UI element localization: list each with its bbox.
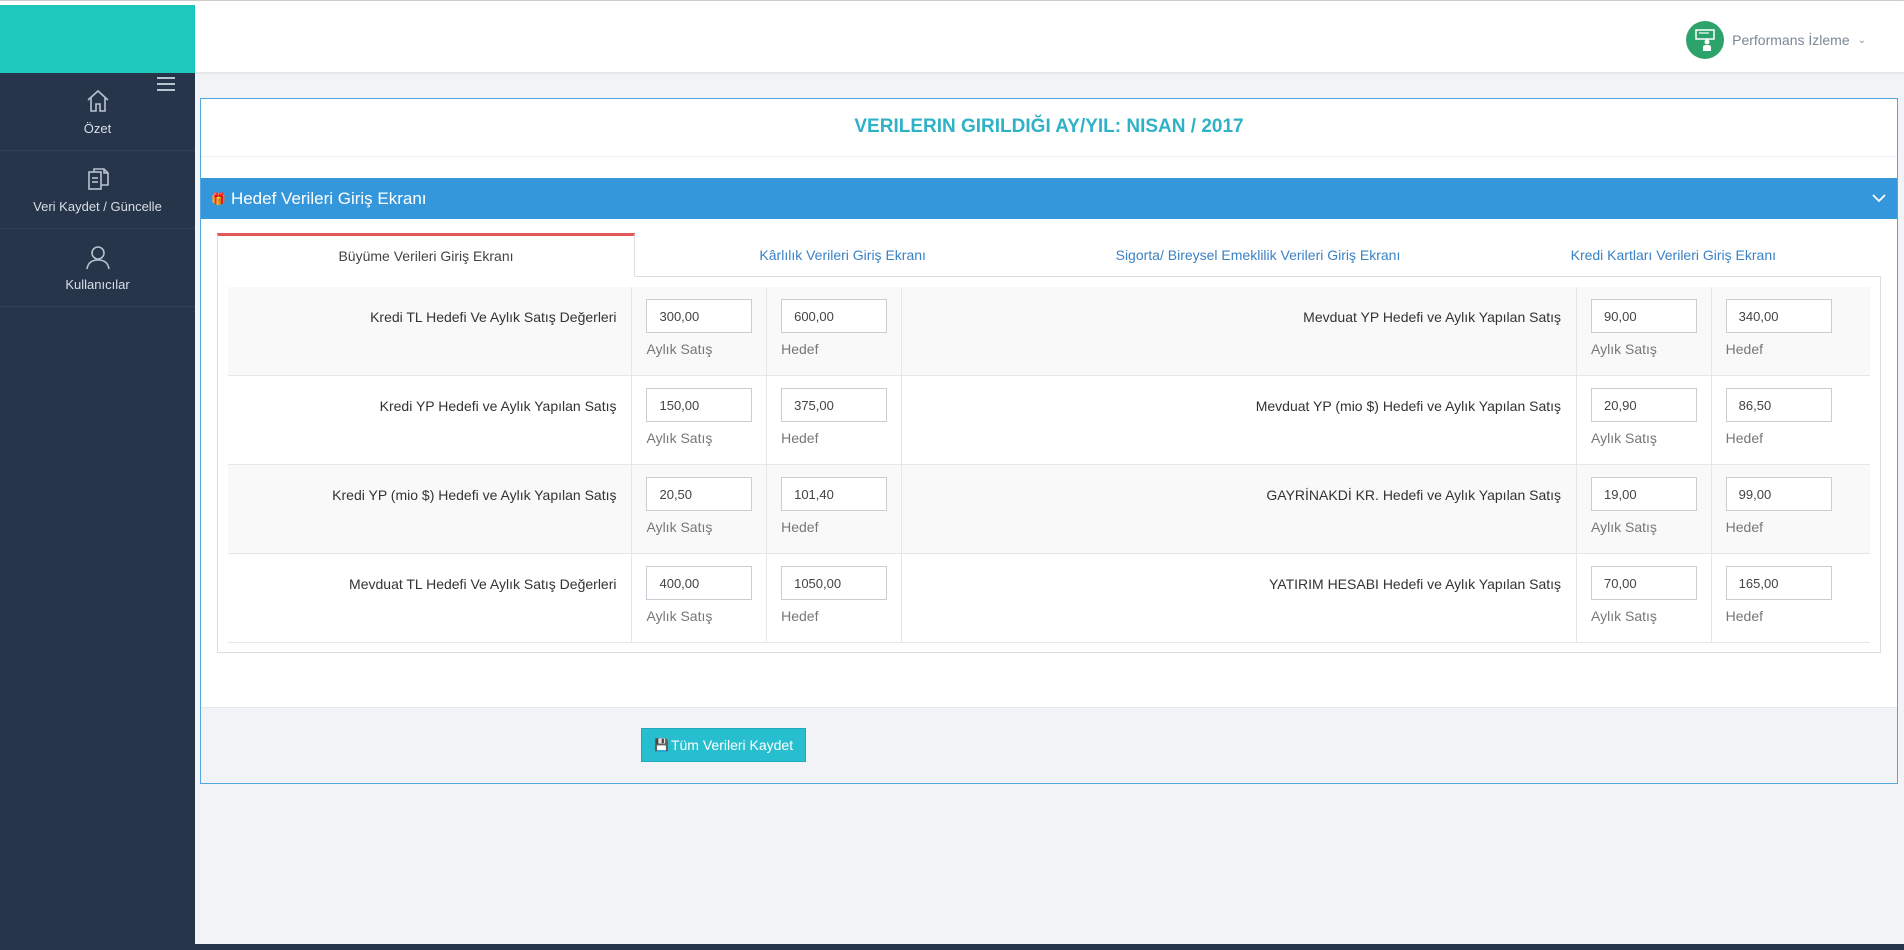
table-row: Mevduat TL Hedefi Ve Aylık Satış Değerle… bbox=[228, 554, 1870, 643]
target-input[interactable] bbox=[781, 566, 888, 600]
row-label: YATIRIM HESABI Hedefi ve Aylık Yapılan S… bbox=[902, 554, 1578, 642]
monthly-sales-label: Aylık Satış bbox=[1591, 608, 1657, 624]
tab-sigorta[interactable]: Sigorta/ Bireysel Emeklilik Verileri Gir… bbox=[1050, 233, 1465, 276]
target-input[interactable] bbox=[1725, 388, 1832, 422]
target-input[interactable] bbox=[1725, 566, 1832, 600]
user-menu[interactable]: Performans İzleme ⌄ bbox=[1686, 21, 1866, 59]
table-row: Kredi YP (mio $) Hedefi ve Aylık Yapılan… bbox=[228, 465, 1870, 554]
logo-area bbox=[0, 5, 195, 73]
row-label: Mevduat YP Hedefi ve Aylık Yapılan Satış bbox=[902, 287, 1578, 375]
documents-icon bbox=[87, 168, 109, 190]
monthly-sales-input[interactable] bbox=[646, 566, 753, 600]
target-input[interactable] bbox=[781, 388, 888, 422]
monthly-sales-input[interactable] bbox=[1591, 477, 1698, 511]
target-input[interactable] bbox=[1725, 477, 1832, 511]
chevron-down-icon[interactable] bbox=[1871, 190, 1887, 206]
monthly-sales-input[interactable] bbox=[1591, 566, 1698, 600]
target-label: Hedef bbox=[1725, 519, 1764, 535]
target-label: Hedef bbox=[1725, 608, 1764, 624]
period-title: VERILERIN GIRILDIĞI AY/YIL: NISAN / 2017 bbox=[201, 99, 1897, 157]
sidebar-item-veri-kaydet[interactable]: Veri Kaydet / Güncelle bbox=[0, 151, 195, 229]
row-label: Kredi TL Hedefi Ve Aylık Satış Değerleri bbox=[228, 287, 633, 375]
avatar bbox=[1686, 21, 1725, 59]
monthly-sales-input[interactable] bbox=[1591, 388, 1698, 422]
monthly-sales-label: Aylık Satış bbox=[646, 430, 713, 446]
presenter-icon bbox=[1695, 29, 1715, 51]
sidebar-item-label: Veri Kaydet / Güncelle bbox=[33, 199, 162, 214]
chevron-down-icon: ⌄ bbox=[1857, 34, 1866, 46]
home-icon bbox=[86, 89, 109, 112]
target-label: Hedef bbox=[781, 430, 819, 446]
tab-karlilik[interactable]: Kârlılık Verileri Giriş Ekranı bbox=[635, 233, 1050, 276]
monthly-sales-input[interactable] bbox=[646, 477, 753, 511]
tabs-container: Büyüme Verileri Giriş Ekranı Kârlılık Ve… bbox=[217, 233, 1881, 653]
bottom-edge bbox=[195, 944, 1904, 950]
target-input[interactable] bbox=[781, 477, 888, 511]
user-icon bbox=[85, 246, 110, 270]
monthly-sales-input[interactable] bbox=[1591, 299, 1698, 333]
sidebar-item-kullanicilar[interactable]: Kullanıcılar bbox=[0, 229, 195, 307]
menu-toggle-icon[interactable] bbox=[157, 77, 175, 91]
save-all-button[interactable]: 💾 Tüm Verileri Kaydet bbox=[641, 728, 807, 762]
target-label: Hedef bbox=[781, 341, 819, 357]
monthly-sales-label: Aylık Satış bbox=[646, 608, 713, 624]
sidebar-item-label: Özet bbox=[83, 121, 112, 136]
target-input[interactable] bbox=[1725, 299, 1832, 333]
target-label: Hedef bbox=[1725, 430, 1764, 446]
row-label: Kredi YP (mio $) Hedefi ve Aylık Yapılan… bbox=[228, 465, 633, 553]
row-label: Mevduat YP (mio $) Hedefi ve Aylık Yapıl… bbox=[902, 376, 1578, 464]
sidebar: Özet Veri Kaydet / Güncelle Kullanıcılar bbox=[0, 73, 195, 950]
sidebar-item-label: Kullanıcılar bbox=[65, 277, 130, 292]
form-footer: 💾 Tüm Verileri Kaydet bbox=[201, 707, 1897, 783]
row-label: GAYRİNAKDİ KR. Hedefi ve Aylık Yapılan S… bbox=[902, 465, 1578, 553]
monthly-sales-label: Aylık Satış bbox=[1591, 341, 1657, 357]
tab-kredi-kartlari[interactable]: Kredi Kartları Verileri Giriş Ekranı bbox=[1466, 233, 1881, 276]
row-label: Kredi YP Hedefi ve Aylık Yapılan Satış bbox=[228, 376, 633, 464]
monthly-sales-label: Aylık Satış bbox=[1591, 519, 1657, 535]
tab-bar: Büyüme Verileri Giriş Ekranı Kârlılık Ve… bbox=[217, 233, 1881, 277]
monthly-sales-label: Aylık Satış bbox=[646, 341, 713, 357]
table-row: Kredi TL Hedefi Ve Aylık Satış Değerleri… bbox=[228, 287, 1870, 376]
monthly-sales-label: Aylık Satış bbox=[1591, 430, 1657, 446]
table-row: Kredi YP Hedefi ve Aylık Yapılan Satış A… bbox=[228, 376, 1870, 465]
tab-content: Kredi TL Hedefi Ve Aylık Satış Değerleri… bbox=[217, 277, 1881, 653]
save-all-label: Tüm Verileri Kaydet bbox=[670, 737, 794, 753]
gift-icon: 🎁 bbox=[211, 191, 226, 206]
target-input[interactable] bbox=[781, 299, 888, 333]
user-name: Performans İzleme bbox=[1732, 32, 1850, 48]
monthly-sales-input[interactable] bbox=[646, 388, 753, 422]
top-header: Performans İzleme ⌄ bbox=[195, 5, 1904, 73]
floppy-disk-icon: 💾 bbox=[654, 738, 669, 752]
monthly-sales-label: Aylık Satış bbox=[646, 519, 713, 535]
tab-buyume[interactable]: Büyüme Verileri Giriş Ekranı bbox=[217, 233, 635, 277]
target-label: Hedef bbox=[781, 608, 819, 624]
monthly-sales-input[interactable] bbox=[646, 299, 753, 333]
target-label: Hedef bbox=[1725, 341, 1764, 357]
main-panel: VERILERIN GIRILDIĞI AY/YIL: NISAN / 2017… bbox=[200, 98, 1898, 784]
section-header[interactable]: 🎁 Hedef Verileri Giriş Ekranı bbox=[201, 178, 1897, 219]
row-label: Mevduat TL Hedefi Ve Aylık Satış Değerle… bbox=[228, 554, 633, 642]
section-title: Hedef Verileri Giriş Ekranı bbox=[230, 188, 427, 208]
target-label: Hedef bbox=[781, 519, 819, 535]
